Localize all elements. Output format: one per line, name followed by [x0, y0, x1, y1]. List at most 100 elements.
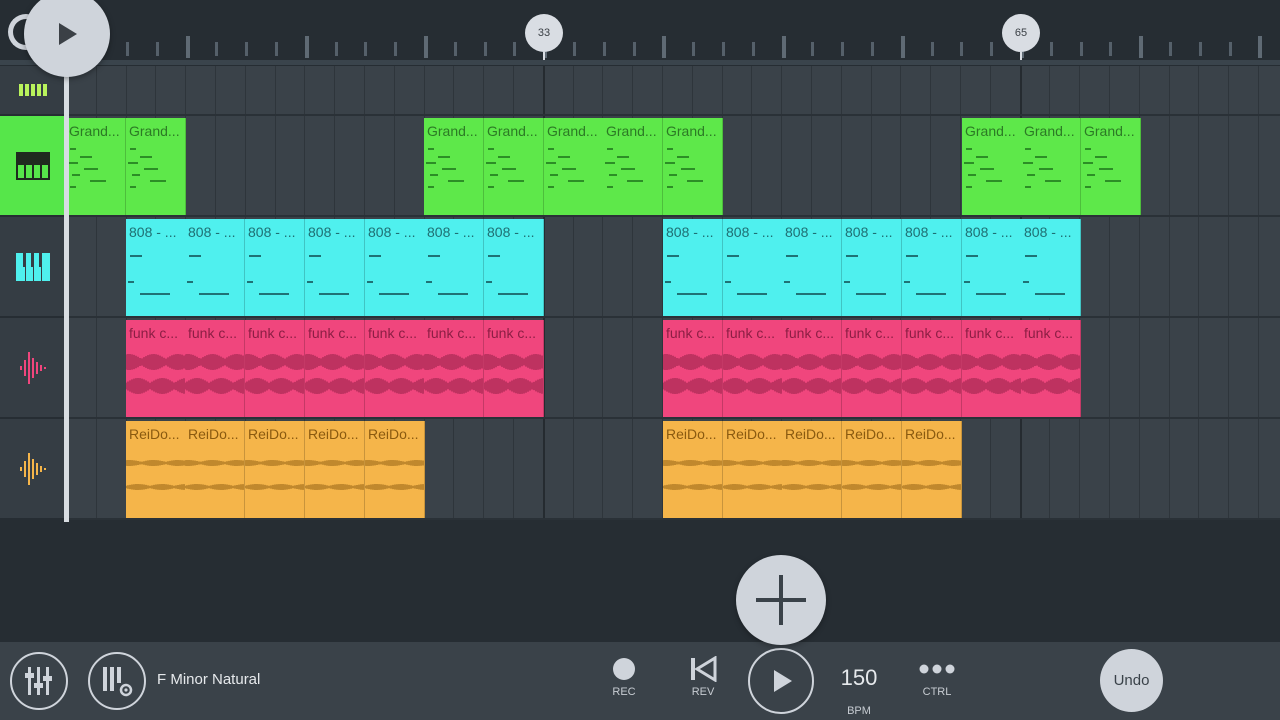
clip-orange[interactable]: ReiDo...: [842, 421, 902, 518]
transport-play-button[interactable]: [748, 648, 814, 714]
clip-orange[interactable]: ReiDo...: [365, 421, 425, 518]
rec-label: REC: [612, 686, 636, 698]
track-header-808[interactable]: [0, 217, 66, 318]
clip-pink[interactable]: funk c...: [305, 320, 365, 417]
track-header-grand-piano[interactable]: [0, 116, 66, 217]
clip-pink[interactable]: funk c...: [484, 320, 544, 417]
clip-pink[interactable]: funk c...: [185, 320, 245, 417]
clip-label: ReiDo...: [129, 426, 180, 442]
clip-cyan[interactable]: 808 - ...: [126, 219, 186, 316]
playhead[interactable]: [64, 60, 69, 522]
clip-cyan[interactable]: 808 - ...: [902, 219, 962, 316]
clip-green[interactable]: Grand...: [484, 118, 544, 215]
clip-pink[interactable]: funk c...: [663, 320, 723, 417]
clip-cyan[interactable]: 808 - ...: [782, 219, 842, 316]
clip-cyan[interactable]: 808 - ...: [365, 219, 425, 316]
lane-808[interactable]: 808 - ... 808 - ... 808 - ... 808 - ... 808 …: [66, 217, 1280, 318]
lane-grand-piano[interactable]: Grand... Grand... Grand... Grand... Grand...…: [66, 116, 1280, 217]
grid-line: [96, 66, 97, 114]
grid-line: [1228, 66, 1229, 114]
clip-green[interactable]: Grand...: [1021, 118, 1081, 215]
grid-line: [1258, 318, 1259, 417]
ruler-baseline: [0, 60, 1280, 65]
note: [70, 148, 76, 150]
track-header-funk[interactable]: [0, 318, 66, 419]
clip-pink[interactable]: funk c...: [126, 320, 186, 417]
clip-pink[interactable]: funk c...: [424, 320, 484, 417]
add-button[interactable]: [736, 555, 826, 645]
clip-label: 808 - ...: [129, 224, 177, 240]
clip-pink[interactable]: funk c...: [365, 320, 425, 417]
clip-green[interactable]: Grand...: [603, 118, 663, 215]
grid-line: [1109, 66, 1110, 114]
scale-selector[interactable]: F Minor Natural: [157, 671, 260, 688]
rev-button[interactable]: REV: [673, 656, 733, 716]
note: [1085, 148, 1091, 150]
clip-cyan[interactable]: 808 - ...: [305, 219, 365, 316]
grid-line: [960, 66, 961, 114]
clip-cyan[interactable]: 808 - ...: [245, 219, 305, 316]
note: [1025, 186, 1031, 188]
clip-pink[interactable]: funk c...: [902, 320, 962, 417]
ctrl-button[interactable]: CTRL: [907, 656, 967, 716]
clip-green[interactable]: Grand...: [962, 118, 1022, 215]
clip-green[interactable]: Grand...: [1081, 118, 1141, 215]
clip-orange[interactable]: ReiDo...: [126, 421, 186, 518]
clip-orange[interactable]: ReiDo...: [723, 421, 783, 518]
note: [132, 174, 140, 176]
clip-orange[interactable]: ReiDo...: [185, 421, 245, 518]
clip-cyan[interactable]: 808 - ...: [424, 219, 484, 316]
clip-orange[interactable]: ReiDo...: [245, 421, 305, 518]
note: [488, 255, 500, 257]
note: [966, 148, 972, 150]
timeline-ruler[interactable]: 33 65: [0, 0, 1280, 66]
clip-pink[interactable]: funk c...: [245, 320, 305, 417]
clip-pink[interactable]: funk c...: [723, 320, 783, 417]
lane-pattern[interactable]: [66, 66, 1280, 116]
clip-green[interactable]: Grand...: [663, 118, 723, 215]
lane-reido[interactable]: ReiDo... ReiDo... ReiDo... ReiDo... ReiDo...…: [66, 419, 1280, 520]
note: [448, 180, 464, 182]
mixer-button[interactable]: [10, 652, 68, 710]
clip-green[interactable]: Grand...: [424, 118, 484, 215]
clip-cyan[interactable]: 808 - ...: [962, 219, 1022, 316]
clip-orange[interactable]: ReiDo...: [902, 421, 962, 518]
rec-button[interactable]: REC: [594, 656, 654, 716]
note: [665, 281, 671, 283]
piano-settings-button[interactable]: [88, 652, 146, 710]
grid-line: [573, 318, 574, 417]
clip-label: Grand...: [666, 123, 717, 139]
clip-pink[interactable]: funk c...: [1021, 320, 1081, 417]
clip-orange[interactable]: ReiDo...: [663, 421, 723, 518]
clip-green[interactable]: Grand...: [66, 118, 126, 215]
waveform: [365, 354, 424, 370]
grid-line: [632, 318, 633, 417]
clip-orange[interactable]: ReiDo...: [782, 421, 842, 518]
lane-funk[interactable]: funk c... funk c... funk c... funk c... funk…: [66, 318, 1280, 419]
clip-pink[interactable]: funk c...: [782, 320, 842, 417]
note: [319, 293, 349, 295]
clip-cyan[interactable]: 808 - ...: [723, 219, 783, 316]
clip-label: Grand...: [487, 123, 538, 139]
track-header-reido[interactable]: [0, 419, 66, 520]
clip-pink[interactable]: funk c...: [962, 320, 1022, 417]
clip-green[interactable]: Grand...: [544, 118, 604, 215]
clip-orange[interactable]: ReiDo...: [305, 421, 365, 518]
clip-cyan[interactable]: 808 - ...: [663, 219, 723, 316]
clip-label: Grand...: [547, 123, 598, 139]
clip-label: 808 - ...: [308, 224, 356, 240]
waveform: [782, 484, 841, 490]
bar-marker-33[interactable]: 33: [525, 14, 563, 60]
clip-cyan[interactable]: 808 - ...: [842, 219, 902, 316]
grid-line: [1169, 66, 1170, 114]
clip-label: funk c...: [965, 325, 1015, 341]
clip-green[interactable]: Grand...: [126, 118, 186, 215]
clip-pink[interactable]: funk c...: [842, 320, 902, 417]
bar-marker-65[interactable]: 65: [1002, 14, 1040, 60]
waveform: [126, 460, 185, 466]
bpm-control[interactable]: 150 BPM: [829, 666, 889, 720]
clip-cyan[interactable]: 808 - ...: [185, 219, 245, 316]
clip-cyan[interactable]: 808 - ...: [1021, 219, 1081, 316]
clip-cyan[interactable]: 808 - ...: [484, 219, 544, 316]
undo-button[interactable]: Undo: [1100, 649, 1163, 712]
